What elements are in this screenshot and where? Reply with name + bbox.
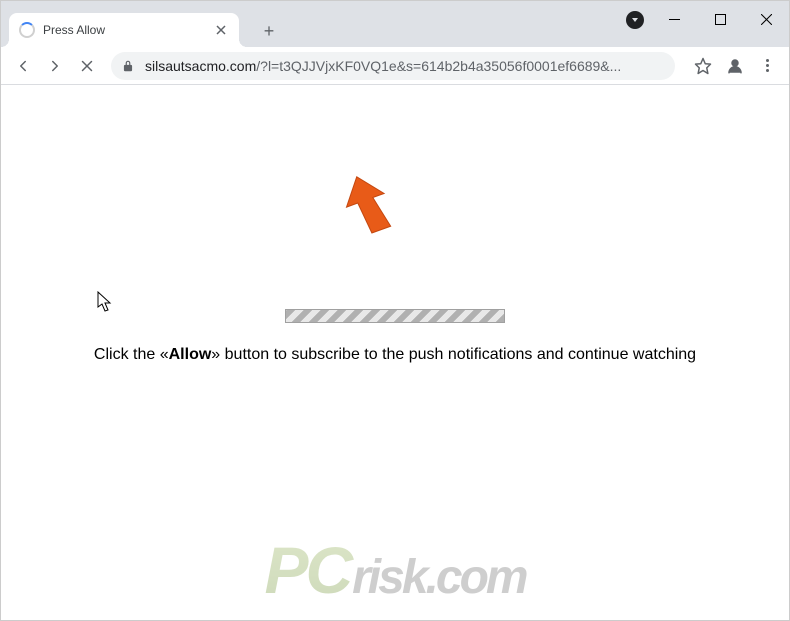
titlebar: Press Allow + xyxy=(1,1,789,47)
browser-tab[interactable]: Press Allow xyxy=(9,13,239,47)
message-prefix: Click the « xyxy=(94,346,169,363)
bookmark-button[interactable] xyxy=(689,52,717,80)
watermark: PC risk.com xyxy=(264,532,525,608)
close-window-button[interactable] xyxy=(743,1,789,37)
message-bold: Allow xyxy=(169,346,212,363)
profile-button[interactable] xyxy=(721,52,749,80)
lock-icon xyxy=(121,59,135,73)
minimize-button[interactable] xyxy=(651,1,697,37)
forward-button[interactable] xyxy=(41,52,69,80)
watermark-brand-left: PC xyxy=(264,532,354,608)
pointer-arrow-icon xyxy=(337,175,397,235)
back-button[interactable] xyxy=(9,52,37,80)
incognito-icon xyxy=(626,11,644,29)
window-controls xyxy=(651,1,789,37)
instruction-message: Click the «Allow» button to subscribe to… xyxy=(1,346,789,364)
new-tab-button[interactable]: + xyxy=(255,17,283,45)
tab-strip: Press Allow + xyxy=(1,1,283,47)
url-path: /?l=t3QJJVjxKF0VQ1e&s=614b2b4a35056f0001… xyxy=(256,58,621,74)
center-block: Click the «Allow» button to subscribe to… xyxy=(1,309,789,364)
url-text: silsautsacmo.com/?l=t3QJJVjxKF0VQ1e&s=61… xyxy=(145,58,621,74)
maximize-button[interactable] xyxy=(697,1,743,37)
stop-button[interactable] xyxy=(73,52,101,80)
page-content: Click the «Allow» button to subscribe to… xyxy=(1,85,789,620)
url-host: silsautsacmo.com xyxy=(145,58,256,74)
tab-title: Press Allow xyxy=(43,23,213,37)
toolbar: silsautsacmo.com/?l=t3QJJVjxKF0VQ1e&s=61… xyxy=(1,47,789,85)
close-tab-button[interactable] xyxy=(213,22,229,38)
menu-icon xyxy=(766,59,769,72)
progress-bar xyxy=(285,309,505,323)
watermark-brand-right: risk.com xyxy=(352,550,525,605)
loading-spinner-icon xyxy=(19,22,35,38)
address-bar[interactable]: silsautsacmo.com/?l=t3QJJVjxKF0VQ1e&s=61… xyxy=(111,52,675,80)
message-suffix: » button to subscribe to the push notifi… xyxy=(211,346,696,363)
menu-button[interactable] xyxy=(753,52,781,80)
